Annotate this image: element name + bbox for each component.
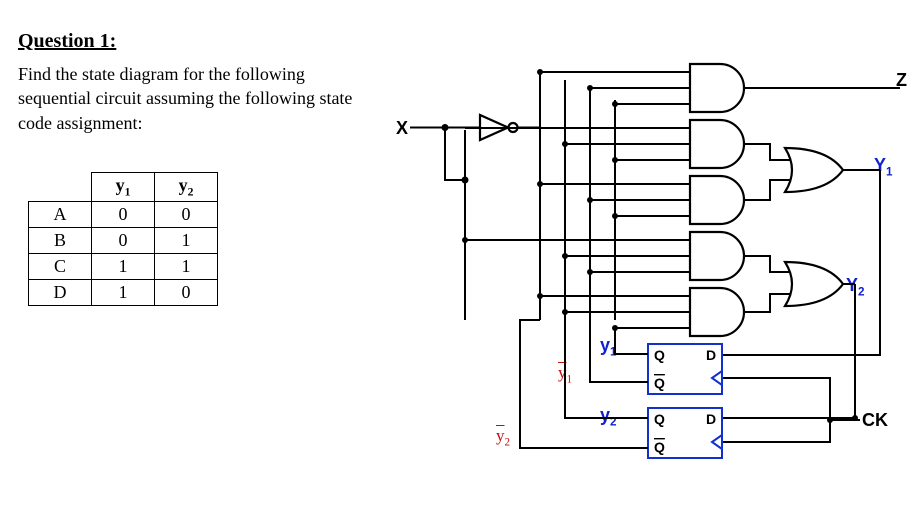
cell-y1: 0	[92, 201, 155, 227]
ff-d-label: D	[706, 411, 716, 427]
cell-y1: 1	[92, 279, 155, 305]
or-gate-icon	[785, 148, 843, 192]
cell-y2: 0	[155, 201, 218, 227]
flip-flop-2-icon: Q Q D	[648, 408, 722, 458]
cell-y2: 0	[155, 279, 218, 305]
table-row: B 0 1	[29, 227, 218, 253]
ff-qbar-label: Q	[654, 375, 665, 391]
state-label: C	[29, 253, 92, 279]
cell-y1: 1	[92, 253, 155, 279]
cell-y1: 0	[92, 227, 155, 253]
ff-q-label: Q	[654, 347, 665, 363]
table-row: A 0 0	[29, 201, 218, 227]
question-title: Question 1:	[18, 30, 116, 53]
and-gate-icon	[690, 64, 744, 112]
table-row: D 1 0	[29, 279, 218, 305]
and-gate-icon	[690, 176, 744, 224]
ff-qbar-label: Q	[654, 439, 665, 455]
table-header-row: y1 y2	[29, 173, 218, 202]
table-corner-blank	[29, 173, 92, 202]
cell-y2: 1	[155, 227, 218, 253]
ff-q-label: Q	[654, 411, 665, 427]
state-label: B	[29, 227, 92, 253]
flip-flop-1-icon: Q Q D	[648, 344, 722, 394]
and-gate-icon	[690, 232, 744, 280]
ff-d-label: D	[706, 347, 716, 363]
question-prompt: Find the state diagram for the following…	[18, 62, 378, 135]
state-code-table: y1 y2 A 0 0 B 0 1 C 1 1 D 1 0	[28, 172, 218, 306]
col-header-y1: y1	[92, 173, 155, 202]
state-label: A	[29, 201, 92, 227]
state-label: D	[29, 279, 92, 305]
and-gate-icon	[690, 120, 744, 168]
table-row: C 1 1	[29, 253, 218, 279]
col-header-y2: y2	[155, 173, 218, 202]
and-gate-icon	[690, 288, 744, 336]
or-gate-icon	[785, 262, 843, 306]
cell-y2: 1	[155, 253, 218, 279]
page: Question 1: Find the state diagram for t…	[0, 0, 922, 521]
circuit-diagram: Q Q D Q Q D	[390, 60, 910, 500]
